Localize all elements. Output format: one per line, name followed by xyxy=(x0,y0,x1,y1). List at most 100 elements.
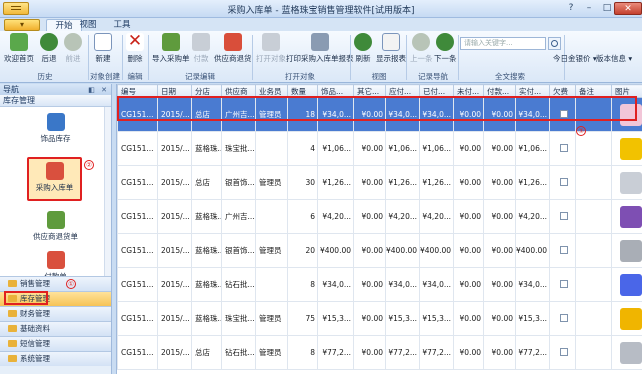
return-icon xyxy=(223,33,242,51)
table-cell: 银首饰... xyxy=(221,165,256,200)
table-row[interactable]: CG151...2015/...蓝格珠...钻石批...8¥34,0...¥0.… xyxy=(117,267,642,302)
navigation-pane: 导航◧ ✕ 库存管理 饰品库存 采购入库单 供应商退货单 付款单 ② 销售管理 … xyxy=(0,84,112,374)
file-menu-button[interactable]: ▾ xyxy=(4,19,40,31)
print-report-button[interactable]: 打印采购入库单报表 xyxy=(286,33,354,64)
table-cell: ¥0.00 xyxy=(483,131,516,166)
column-header[interactable]: 欠费 xyxy=(549,84,576,98)
table-cell: 钻石批... xyxy=(221,267,256,302)
title-bar: 采购入库单 - 蓝格珠宝销售管理软件[试用版本] ? – □ ✕ xyxy=(0,0,642,18)
nav-section-title: 库存管理 xyxy=(0,95,111,107)
close-button[interactable]: ✕ xyxy=(614,2,642,15)
table-cell: ¥1,06... xyxy=(385,131,420,166)
table-row[interactable]: CG151... 2015/... 总店 广州吉... 管理员 18 ¥34,0... ¥0.… xyxy=(117,97,642,132)
table-cell: 6 xyxy=(287,199,318,234)
pay-button[interactable]: 付款 xyxy=(192,33,210,64)
column-header[interactable]: 其它... xyxy=(353,84,386,98)
arrears-checkbox[interactable] xyxy=(560,143,568,152)
table-row[interactable]: CG151... 2015/... 总店 银首饰... 管理员 30 ¥1,26... ¥0.… xyxy=(117,165,642,200)
table-cell: 2015/... xyxy=(157,301,192,336)
table-cell: 18 xyxy=(287,97,318,132)
column-header[interactable]: 图片 xyxy=(611,84,642,98)
version-dropdown[interactable]: 版本信息 ▾ xyxy=(596,53,632,64)
column-header[interactable]: 备注 xyxy=(575,84,612,98)
column-header[interactable]: 付款... xyxy=(483,84,516,98)
column-header[interactable]: 数量 xyxy=(287,84,318,98)
column-header[interactable]: 编号 xyxy=(117,84,158,98)
column-header[interactable]: 日期 xyxy=(157,84,192,98)
tab-view[interactable]: 视图 xyxy=(70,19,106,31)
table-cell: ¥34,0... xyxy=(317,97,354,132)
module-finance[interactable]: 财务管理 xyxy=(0,306,111,321)
table-cell: ¥34,0... xyxy=(385,97,420,132)
module-basic-data[interactable]: 基础资料 xyxy=(0,321,111,336)
search-input[interactable]: 请输入关键字... xyxy=(460,37,546,50)
table-row[interactable]: CG151...2015/...蓝格珠...银首饰...管理员20¥400.00… xyxy=(117,233,642,268)
arrears-checkbox[interactable] xyxy=(560,347,568,356)
minimize-button[interactable]: – xyxy=(580,2,598,15)
column-header[interactable]: 分店 xyxy=(191,84,222,98)
table-row[interactable]: CG151...2015/...蓝格珠...广州吉...6¥4,20...¥0.… xyxy=(117,199,642,234)
table-header-row: 编号 日期 分店 供应商 业务员 数量 饰品... 其它... 应付... 已付... 未付... 付… xyxy=(117,84,642,98)
column-header[interactable]: 未付... xyxy=(453,84,484,98)
new-document-icon xyxy=(94,33,112,51)
remark-cell xyxy=(575,199,612,234)
table-cell: CG151... xyxy=(117,335,158,370)
pin-icon[interactable]: ◧ ✕ xyxy=(88,85,109,96)
table-cell: 管理员 xyxy=(255,165,288,200)
nav-item-purchase-receipt[interactable]: 采购入库单 xyxy=(27,157,82,201)
table-row[interactable]: CG151... 2015/... 总店 钻石批... 管理员 8 ¥77,2... ¥0.0… xyxy=(117,335,642,370)
module-sales[interactable]: 销售管理 xyxy=(0,276,111,291)
table-cell: ¥15,3... xyxy=(515,301,550,336)
arrears-checkbox[interactable] xyxy=(560,177,568,186)
module-sms[interactable]: 短信管理 xyxy=(0,336,111,351)
refresh-icon xyxy=(354,33,372,51)
next-record-button[interactable]: 下一条 xyxy=(434,33,457,64)
table-cell: 管理员 xyxy=(255,301,288,336)
table-cell: 银首饰... xyxy=(221,233,256,268)
forward-button[interactable]: 前进 xyxy=(64,33,82,64)
arrears-checkbox[interactable] xyxy=(560,313,568,322)
payment-icon xyxy=(192,33,210,51)
table-cell: ¥0.00 xyxy=(483,97,516,132)
open-object-button[interactable]: 打开对象 xyxy=(256,33,286,64)
column-header[interactable]: 供应商 xyxy=(221,84,256,98)
group-label-open: 打开对象 xyxy=(285,72,315,81)
supplier-return-button[interactable]: 供应商退货 xyxy=(214,33,252,64)
column-header[interactable]: 饰品... xyxy=(317,84,354,98)
refresh-button[interactable]: 刷新 xyxy=(354,33,372,64)
column-header[interactable]: 已付... xyxy=(419,84,454,98)
delete-button[interactable]: ✕ 删除 xyxy=(126,33,144,64)
arrears-checkbox[interactable] xyxy=(560,211,568,220)
nav-scrollbar[interactable] xyxy=(104,107,111,277)
nav-item-supplier-return[interactable]: 供应商退货单 xyxy=(0,211,111,251)
group-label-edit: 编辑 xyxy=(127,72,143,81)
tab-tools[interactable]: 工具 xyxy=(104,19,140,31)
arrears-checkbox[interactable] xyxy=(560,245,568,254)
new-button[interactable]: 新建 xyxy=(94,33,112,64)
table-cell: ¥0.00 xyxy=(453,165,484,200)
prev-record-button[interactable]: 上一条 xyxy=(410,33,433,64)
help-button[interactable]: ? xyxy=(562,2,580,15)
nav-item-jewelry-stock[interactable]: 饰品库存 xyxy=(0,113,111,153)
back-button[interactable]: 后退 xyxy=(40,33,58,64)
home-button[interactable]: 欢迎首页 xyxy=(4,33,34,64)
gold-price-dropdown[interactable]: 今日金银价 ▾ xyxy=(553,53,597,64)
table-row[interactable]: CG151...2015/...蓝格珠...珠宝批...管理员75¥15,3..… xyxy=(117,301,642,336)
column-header[interactable]: 应付... xyxy=(385,84,420,98)
table-cell: CG151... xyxy=(117,267,158,302)
table-cell: ¥77,2... xyxy=(515,335,550,370)
column-header[interactable]: 业务员 xyxy=(255,84,288,98)
show-report-button[interactable]: 显示报表 xyxy=(376,33,406,64)
jewelry-thumbnail-image xyxy=(620,307,642,330)
arrears-checkbox[interactable] xyxy=(560,279,568,288)
window-title: 采购入库单 - 蓝格珠宝销售管理软件[试用版本] xyxy=(227,6,415,16)
remark-cell xyxy=(575,131,612,166)
table-row[interactable]: CG151...2015/...蓝格珠...珠宝批...4¥1,06...¥0.… xyxy=(117,131,642,166)
arrears-cell xyxy=(549,301,576,336)
column-header[interactable]: 实付... xyxy=(515,84,550,98)
module-system[interactable]: 系统管理 xyxy=(0,351,111,366)
import-purchase-order-button[interactable]: 导入采购单 xyxy=(152,33,190,64)
search-icon[interactable] xyxy=(548,37,561,50)
annotation-marker-1: ① xyxy=(66,279,76,289)
arrears-checkbox[interactable] xyxy=(560,109,568,118)
